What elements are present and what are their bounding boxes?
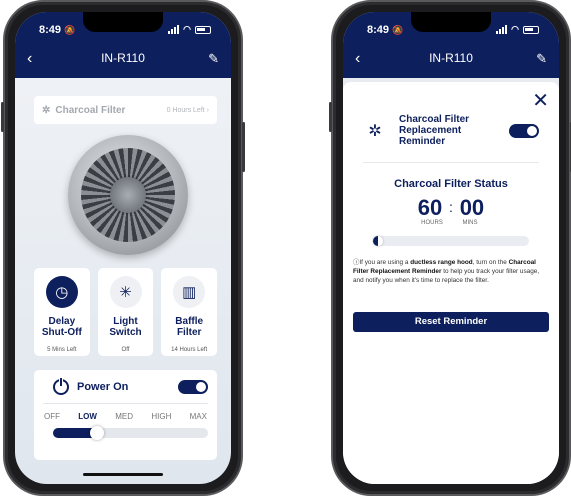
- filter-timer: 60:00 HOURS MINS: [343, 195, 559, 226]
- range-hood-fan-image: [68, 135, 188, 255]
- clock-icon: ◷: [45, 276, 78, 308]
- delay-shutoff-tile[interactable]: ◷ Delay Shut-Off 5 Mins Left: [34, 268, 90, 356]
- edit-pencil-icon[interactable]: ✎: [208, 51, 219, 67]
- status-time: 8:49 🔕: [39, 24, 76, 36]
- device-control-screen: 8:49 🔕 ◠ ‹ IN-R110 ✎ ✲ Charcoal Filter 0 …: [15, 12, 231, 484]
- signal-icon: [496, 25, 508, 34]
- speed-label-low[interactable]: LOW: [78, 412, 97, 421]
- nav-bar: ‹ IN-R110 ✎: [15, 48, 231, 70]
- fan-speed-knob[interactable]: [89, 426, 104, 440]
- charcoal-filter-bar[interactable]: ✲ Charcoal Filter 0 Hours Left ›: [34, 96, 217, 124]
- header-bar: 8:49 🔕 ◠ ‹ IN-R110 ✎: [343, 12, 559, 78]
- fan-speed-slider[interactable]: [53, 426, 208, 440]
- power-icon: [53, 377, 69, 395]
- reminder-row: ✲ Charcoal Filter Replacement Reminder: [363, 114, 539, 147]
- phone-frame-right: 8:49 🔕 ◠ ‹ IN-R110 ✎ ✕ ✲ Charcoal Filter R…: [329, 0, 571, 496]
- edit-pencil-icon[interactable]: ✎: [536, 51, 547, 67]
- charcoal-filter-icon: ✲: [368, 122, 382, 140]
- filter-status-title: Charcoal Filter Status: [394, 178, 508, 190]
- reminder-toggle[interactable]: [509, 123, 539, 138]
- charcoal-filter-modal: ✕ ✲ Charcoal Filter Replacement Reminder C…: [343, 82, 559, 484]
- power-label: Power On: [77, 381, 129, 393]
- fan-speed-labels: OFF LOW MED HIGH MAX: [34, 404, 217, 421]
- phone-frame-left: 8:49 🔕 ◠ ‹ IN-R110 ✎ ✲ Charcoal Filter 0 …: [1, 0, 245, 496]
- speed-label-high[interactable]: HIGH: [151, 412, 171, 421]
- info-text: ⓘIf you are using a ductless range hood,…: [353, 259, 540, 284]
- home-indicator: [83, 473, 163, 476]
- volume-button: [329, 102, 332, 132]
- battery-icon: [523, 25, 539, 34]
- bell-silent-icon: 🔕: [392, 25, 404, 35]
- power-toggle[interactable]: [178, 380, 208, 394]
- filter-usage-knob[interactable]: [373, 236, 383, 246]
- bell-silent-icon: 🔕: [64, 25, 76, 35]
- battery-icon: [195, 25, 211, 34]
- wifi-icon: ◠: [183, 24, 191, 34]
- power-side-button: [242, 122, 245, 172]
- baffle-filter-icon: ▥: [173, 276, 206, 308]
- baffle-filter-tile[interactable]: ▥ Baffle Filter 14 Hours Left: [161, 268, 218, 356]
- charcoal-filter-icon: ✲: [42, 104, 51, 116]
- page-title: IN-R110: [429, 51, 473, 65]
- signal-icon: [168, 25, 180, 34]
- close-icon[interactable]: ✕: [532, 88, 549, 113]
- status-bar: 8:49 🔕 ◠: [361, 22, 541, 38]
- mins-label: MINS: [462, 220, 478, 226]
- light-switch-tile[interactable]: ✳ Light Switch Off: [97, 268, 154, 356]
- hours-label: HOURS: [421, 220, 443, 226]
- timer-mins: 00: [459, 195, 485, 220]
- filter-label: Charcoal Filter: [55, 104, 126, 116]
- filter-reminder-screen: 8:49 🔕 ◠ ‹ IN-R110 ✎ ✕ ✲ Charcoal Filter R…: [343, 12, 559, 484]
- speed-label-max[interactable]: MAX: [190, 412, 207, 421]
- header-bar: 8:49 🔕 ◠ ‹ IN-R110 ✎: [15, 12, 231, 78]
- speed-label-off[interactable]: OFF: [44, 412, 60, 421]
- divider: [363, 162, 539, 163]
- light-icon: ✳: [109, 276, 142, 308]
- page-title: IN-R110: [101, 51, 145, 65]
- status-bar: 8:49 🔕 ◠: [33, 22, 213, 38]
- feature-tiles: ◷ Delay Shut-Off 5 Mins Left ✳ Light Switc…: [34, 268, 218, 356]
- status-time: 8:49 🔕: [367, 24, 404, 36]
- reminder-label: Charcoal Filter Replacement Reminder: [399, 114, 470, 147]
- timer-hours: 60: [417, 195, 443, 220]
- tile-status: 14 Hours Left: [171, 347, 208, 353]
- filter-hours-left: 0 Hours Left: [166, 106, 205, 114]
- tile-status: Off: [121, 347, 130, 353]
- volume-button: [1, 102, 4, 132]
- reset-reminder-button[interactable]: Reset Reminder: [353, 312, 549, 332]
- wifi-icon: ◠: [511, 24, 519, 34]
- nav-bar: ‹ IN-R110 ✎: [343, 48, 559, 70]
- filter-usage-slider[interactable]: [373, 236, 529, 246]
- tile-status: 5 Mins Left: [47, 347, 77, 353]
- speed-label-med[interactable]: MED: [115, 412, 133, 421]
- power-card: Power On OFF LOW MED HIGH MAX: [34, 370, 217, 460]
